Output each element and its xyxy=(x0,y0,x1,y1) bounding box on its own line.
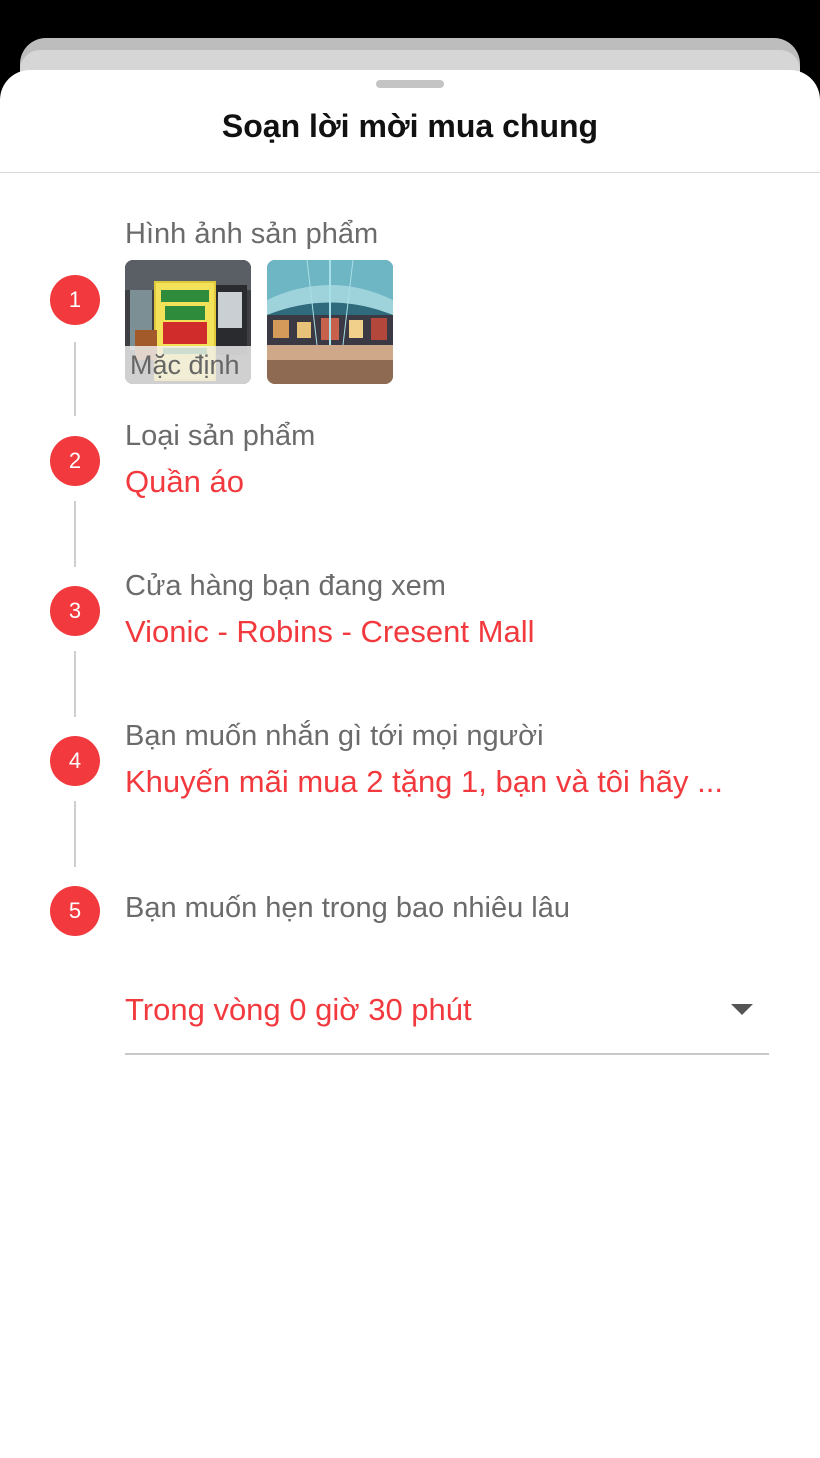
bottom-sheet: Soạn lời mời mua chung 1 Hình ảnh sản ph… xyxy=(0,70,820,1458)
message-label: Bạn muốn nhắn gì tới mọi người xyxy=(125,720,544,752)
duration-label: Bạn muốn hẹn trong bao nhiêu lâu xyxy=(125,892,571,924)
sheet-title: Soạn lời mời mua chung xyxy=(221,108,599,144)
header-divider xyxy=(0,172,820,173)
product-image-default[interactable]: Mặc định xyxy=(125,260,251,384)
step-connector xyxy=(74,651,76,717)
duration-value: Trong vòng 0 giờ 30 phút xyxy=(125,992,472,1027)
step-connector xyxy=(74,501,76,567)
step-5-badge: 5 xyxy=(50,886,100,936)
step-3-badge: 3 xyxy=(50,586,100,636)
store-value[interactable]: Vionic - Robins - Cresent Mall xyxy=(125,614,765,650)
step-connector xyxy=(74,342,76,416)
caret-down-icon xyxy=(731,1004,753,1015)
step-2-badge: 2 xyxy=(50,436,100,486)
product-image-2[interactable] xyxy=(267,260,393,384)
drag-handle[interactable] xyxy=(376,80,444,88)
mall-interior-photo xyxy=(267,260,393,384)
duration-dropdown[interactable]: Trong vòng 0 giờ 30 phút xyxy=(125,960,769,1055)
product-type-value[interactable]: Quần áo xyxy=(125,464,765,500)
step-4-badge: 4 xyxy=(50,736,100,786)
store-label: Cửa hàng bạn đang xem xyxy=(125,570,446,602)
step-1-badge: 1 xyxy=(50,275,100,325)
message-value[interactable]: Khuyến mãi mua 2 tặng 1, bạn và tôi hãy … xyxy=(125,764,765,800)
product-images-label: Hình ảnh sản phẩm xyxy=(125,218,379,250)
product-type-label: Loại sản phẩm xyxy=(125,420,316,452)
default-image-caption: Mặc định xyxy=(125,346,251,384)
step-connector xyxy=(74,801,76,867)
